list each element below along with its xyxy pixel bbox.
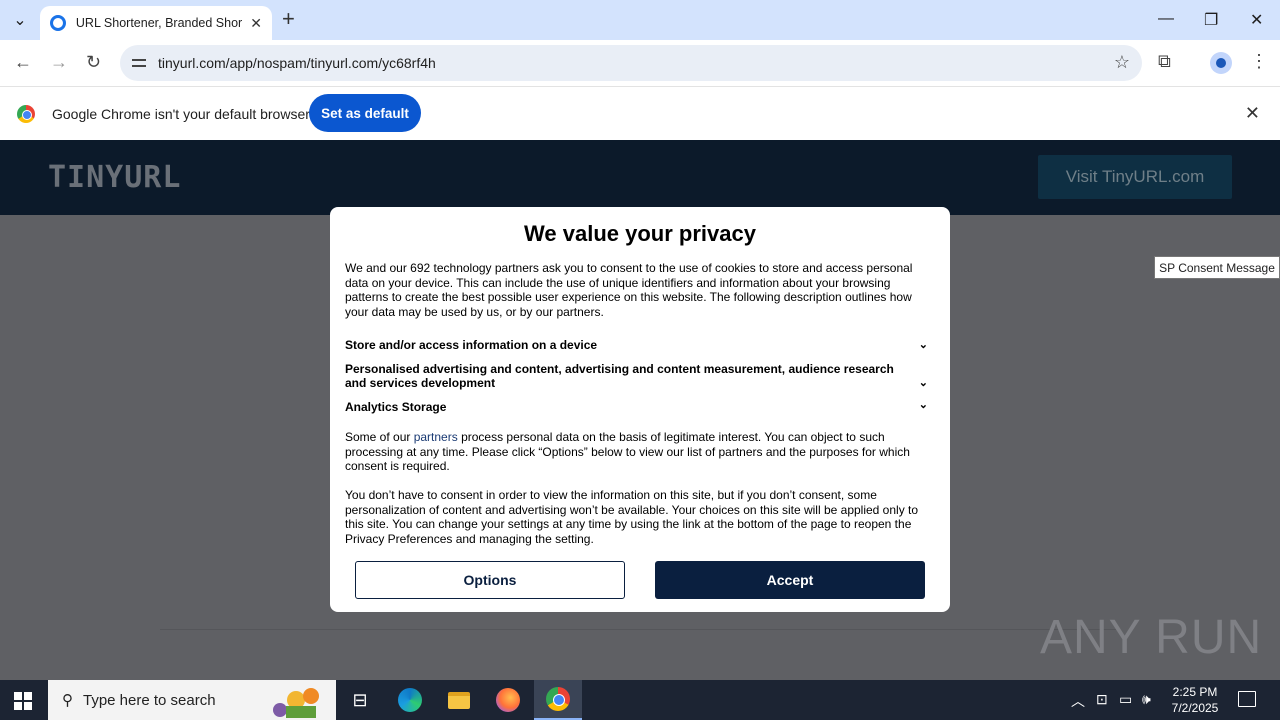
chevron-down-icon[interactable]: ⌄ [919,338,928,352]
notification-center-icon[interactable] [1238,691,1256,707]
options-button[interactable]: Options [355,561,625,599]
tab-close-icon[interactable]: ✕ [250,15,262,32]
tab-strip: ⌄ URL Shortener, Branded Short L ✕ + — ❐… [0,0,1280,40]
chrome-menu-icon[interactable]: ⋮ [1250,51,1268,72]
edge-app-icon[interactable] [386,680,434,720]
extensions-puzzle-icon[interactable]: ⧉ [1158,51,1171,72]
clock-time: 2:25 PM [1172,685,1218,699]
tinyurl-logo[interactable]: TINYURL [48,160,181,195]
url-text[interactable]: tinyurl.com/app/nospam/tinyurl.com/yc68r… [158,55,436,71]
address-bar[interactable]: tinyurl.com/app/nospam/tinyurl.com/yc68r… [120,45,1142,81]
site-header: TINYURL Visit TinyURL.com [0,140,1280,215]
browser-tab[interactable]: URL Shortener, Branded Short L ✕ [40,6,272,40]
infobar-close-icon[interactable]: ✕ [1245,103,1260,124]
search-placeholder: Type here to search [83,691,216,709]
purpose-personalised-advertising[interactable]: Personalised advertising and content, ad… [345,362,940,390]
window-close-icon[interactable]: ✕ [1250,10,1263,30]
volume-icon[interactable]: 🕪 [1142,691,1151,708]
restore-icon[interactable]: ❐ [1204,10,1218,30]
new-tab-plus-icon[interactable]: + [282,8,295,30]
infobar-message: Google Chrome isn't your default browser [52,106,310,122]
tab-search-chevron-icon[interactable]: ⌄ [6,7,34,33]
privacy-consent-modal: We value your privacy We and our 692 tec… [330,207,950,612]
task-view-icon[interactable]: ⊟ [336,680,384,720]
taskbar-search-box[interactable]: ⚲ Type here to search [48,680,336,720]
accept-button[interactable]: Accept [655,561,925,599]
site-info-icon[interactable] [130,56,148,70]
tab-title: URL Shortener, Branded Short L [75,16,243,30]
partners-link[interactable]: partners [414,430,458,444]
network-icon[interactable]: ▭ [1119,691,1132,708]
chrome-logo-icon [17,105,35,123]
chevron-down-icon[interactable]: ⌄ [919,376,928,390]
default-browser-infobar: Google Chrome isn't your default browser… [0,86,1280,140]
anyrun-watermark: ANY RUN [1040,611,1263,664]
divider [160,629,1120,630]
profile-avatar-icon[interactable] [1210,52,1232,74]
search-icon: ⚲ [62,692,73,709]
file-explorer-icon[interactable] [435,680,483,720]
taskbar-clock[interactable]: 2:25 PM 7/2/2025 [1164,684,1226,716]
modal-title: We value your privacy [524,221,756,246]
firefox-app-icon[interactable] [484,680,532,720]
purpose-store-access[interactable]: Store and/or access information on a dev… [345,338,940,352]
purpose-analytics-storage[interactable]: Analytics Storage ⌄ [345,398,940,414]
windows-start-icon[interactable] [14,692,32,710]
intro-text: We and our 692 technology partners ask y… [345,261,913,319]
browser-toolbar: ← → ↻ tinyurl.com/app/nospam/tinyurl.com… [0,40,1280,86]
chevron-down-icon[interactable]: ⌄ [919,398,928,412]
consent-info-text: You don’t have to consent in order to vi… [345,488,919,546]
tinyurl-favicon-icon [50,15,66,31]
tray-chevron-up-icon[interactable]: ︿ [1071,691,1085,711]
forward-arrow-icon[interactable]: → [50,52,68,73]
bookmark-star-icon[interactable]: ☆ [1114,52,1130,73]
visit-tinyurl-button[interactable]: Visit TinyURL.com [1038,155,1232,199]
reload-icon[interactable]: ↻ [86,52,101,73]
search-highlight-flowers-icon [273,688,319,718]
minimize-icon[interactable]: — [1158,10,1174,28]
tray-device-icon[interactable]: ⊡ [1096,691,1108,708]
chrome-app-icon[interactable] [534,680,582,720]
clock-date: 7/2/2025 [1171,701,1219,715]
legitimate-interest-text: Some of our partners process personal da… [345,430,910,473]
windows-taskbar: ⚲ Type here to search ⊟ ︿ ⊡ ▭ 🕪 2:25 PM … [0,680,1280,720]
iframe-tooltip: SP Consent Message [1154,256,1280,279]
set-as-default-button[interactable]: Set as default [309,94,421,132]
back-arrow-icon[interactable]: ← [14,52,32,73]
